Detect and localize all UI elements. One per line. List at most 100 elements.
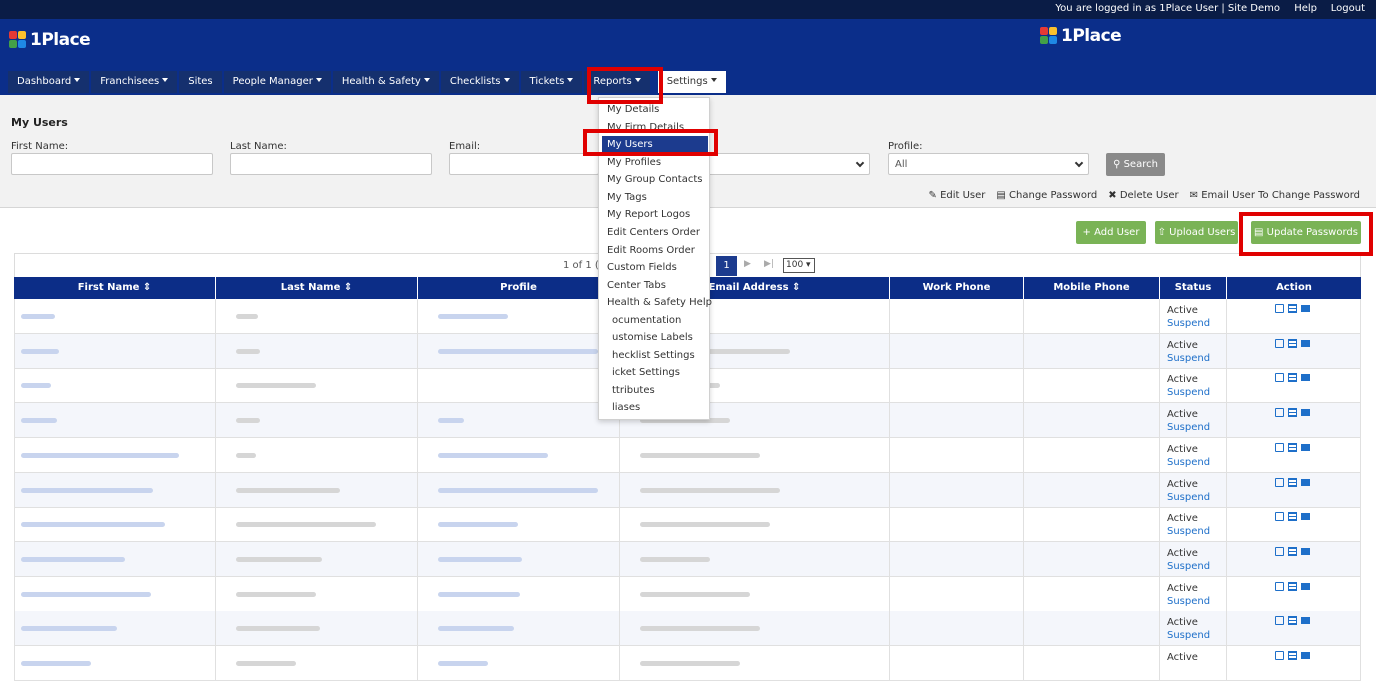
first-name-cell[interactable] [14,541,216,576]
password-icon[interactable] [1288,304,1297,313]
menu-checklist-settings[interactable]: hecklist Settings [612,350,695,361]
password-icon[interactable] [1288,408,1297,418]
nav-settings[interactable]: Settings [657,71,726,93]
password-icon[interactable] [1288,581,1297,591]
help-link[interactable]: Help [1294,3,1317,14]
first-name-cell[interactable] [14,611,216,646]
edit-icon[interactable] [1275,512,1284,522]
mail-icon[interactable] [1301,443,1310,451]
menu-my-profiles[interactable]: My Profiles [607,157,661,168]
status-text: Active Suspend [1167,408,1210,434]
suspend-link[interactable]: Suspend [1167,317,1210,330]
suspend-link[interactable]: Suspend [1167,560,1210,573]
menu-my-details[interactable]: My Details [607,104,659,115]
nav-franchisees[interactable]: Franchisees [91,71,178,93]
mail-icon[interactable] [1301,409,1310,417]
menu-ticket-settings[interactable]: icket Settings [612,367,680,378]
password-icon[interactable] [1288,546,1297,556]
page-number[interactable]: 1 [716,256,737,276]
menu-center-tabs[interactable]: Center Tabs [607,280,666,291]
site-select[interactable] [705,153,870,175]
mail-icon[interactable] [1301,617,1310,625]
password-icon[interactable] [1288,651,1297,660]
edit-icon[interactable] [1275,477,1284,487]
nav-sites[interactable]: Sites [179,71,222,93]
nav-health-safety[interactable]: Health & Safety [332,71,439,93]
email-input[interactable] [449,153,599,175]
suspend-link[interactable]: Suspend [1167,386,1210,399]
first-name-input[interactable] [11,153,213,175]
menu-aliases[interactable]: liases [612,402,640,413]
menu-attributes[interactable]: ttributes [612,385,655,396]
search-button[interactable]: ⚲ Search [1106,153,1165,176]
mail-icon[interactable] [1301,652,1310,659]
add-user-button[interactable]: + Add User [1076,221,1146,244]
logo[interactable]: 1Place [9,30,91,50]
mail-icon[interactable] [1301,478,1310,486]
password-icon[interactable] [1288,338,1297,348]
last-name-input[interactable] [230,153,432,175]
edit-icon[interactable] [1275,373,1284,383]
first-name-cell[interactable] [14,333,216,368]
menu-edit-centers-order[interactable]: Edit Centers Order [607,227,700,238]
menu-custom-fields[interactable]: Custom Fields [607,262,677,273]
edit-icon[interactable] [1275,338,1284,348]
password-icon[interactable] [1288,373,1297,383]
suspend-link[interactable]: Suspend [1167,456,1210,469]
edit-icon[interactable] [1275,442,1284,452]
action-cell [1227,507,1361,542]
profile-select[interactable]: All [888,153,1089,175]
mail-icon[interactable] [1301,513,1310,521]
mail-icon[interactable] [1301,547,1310,555]
nav-tickets[interactable]: Tickets [520,71,583,93]
suspend-link[interactable]: Suspend [1167,491,1210,504]
first-name-cell[interactable] [14,472,216,507]
logout-link[interactable]: Logout [1331,3,1365,14]
password-icon[interactable] [1288,512,1297,522]
suspend-link[interactable]: Suspend [1167,525,1210,538]
edit-icon[interactable] [1275,546,1284,556]
edit-icon[interactable] [1275,304,1284,313]
suspend-link[interactable]: Suspend [1167,595,1210,608]
menu-edit-rooms-order[interactable]: Edit Rooms Order [607,245,695,256]
edit-icon[interactable] [1275,408,1284,418]
edit-icon[interactable] [1275,616,1284,626]
suspend-link[interactable]: Suspend [1167,629,1210,642]
edit-icon[interactable] [1275,581,1284,591]
next-page-icon[interactable]: ▶ [744,259,751,269]
menu-my-tags[interactable]: My Tags [607,192,647,203]
mail-icon[interactable] [1301,374,1310,382]
col-first-name[interactable]: First Name ⇕ [14,277,216,299]
mail-icon[interactable] [1301,582,1310,590]
nav-checklists[interactable]: Checklists [440,71,519,93]
menu-my-report-logos[interactable]: My Report Logos [607,209,690,220]
blurred-text [21,556,125,562]
suspend-link[interactable]: Suspend [1167,352,1210,365]
menu-customise-labels[interactable]: ustomise Labels [612,332,693,343]
mail-icon[interactable] [1301,339,1310,347]
last-page-icon[interactable]: ▶| [764,259,774,269]
first-name-cell[interactable] [14,507,216,542]
password-icon[interactable] [1288,442,1297,452]
mail-icon[interactable] [1301,305,1310,312]
edit-icon[interactable] [1275,651,1284,660]
nav-people-manager[interactable]: People Manager [223,71,331,93]
first-name-cell[interactable] [14,646,216,680]
password-icon[interactable] [1288,477,1297,487]
nav-dashboard[interactable]: Dashboard [8,71,90,93]
menu-my-group-contacts[interactable]: My Group Contacts [607,174,702,185]
per-page-select[interactable]: 100 ▾ [783,258,815,273]
first-name-cell[interactable] [14,403,216,438]
upload-users-button[interactable]: ⇧ Upload Users [1155,221,1238,244]
first-name-cell[interactable] [14,299,216,333]
col-last-name[interactable]: Last Name ⇕ [216,277,418,299]
legend-email: ✉ Email User To Change Password [1190,190,1360,201]
menu-health-safety-help[interactable]: Health & Safety Help [607,297,712,308]
first-name-cell[interactable] [14,437,216,472]
first-name-cell[interactable] [14,368,216,403]
menu-documentation[interactable]: ocumentation [612,315,681,326]
first-name-cell[interactable] [14,576,216,611]
suspend-link[interactable]: Suspend [1167,421,1210,434]
status-cell: Active Suspend [1160,333,1227,368]
password-icon[interactable] [1288,616,1297,626]
